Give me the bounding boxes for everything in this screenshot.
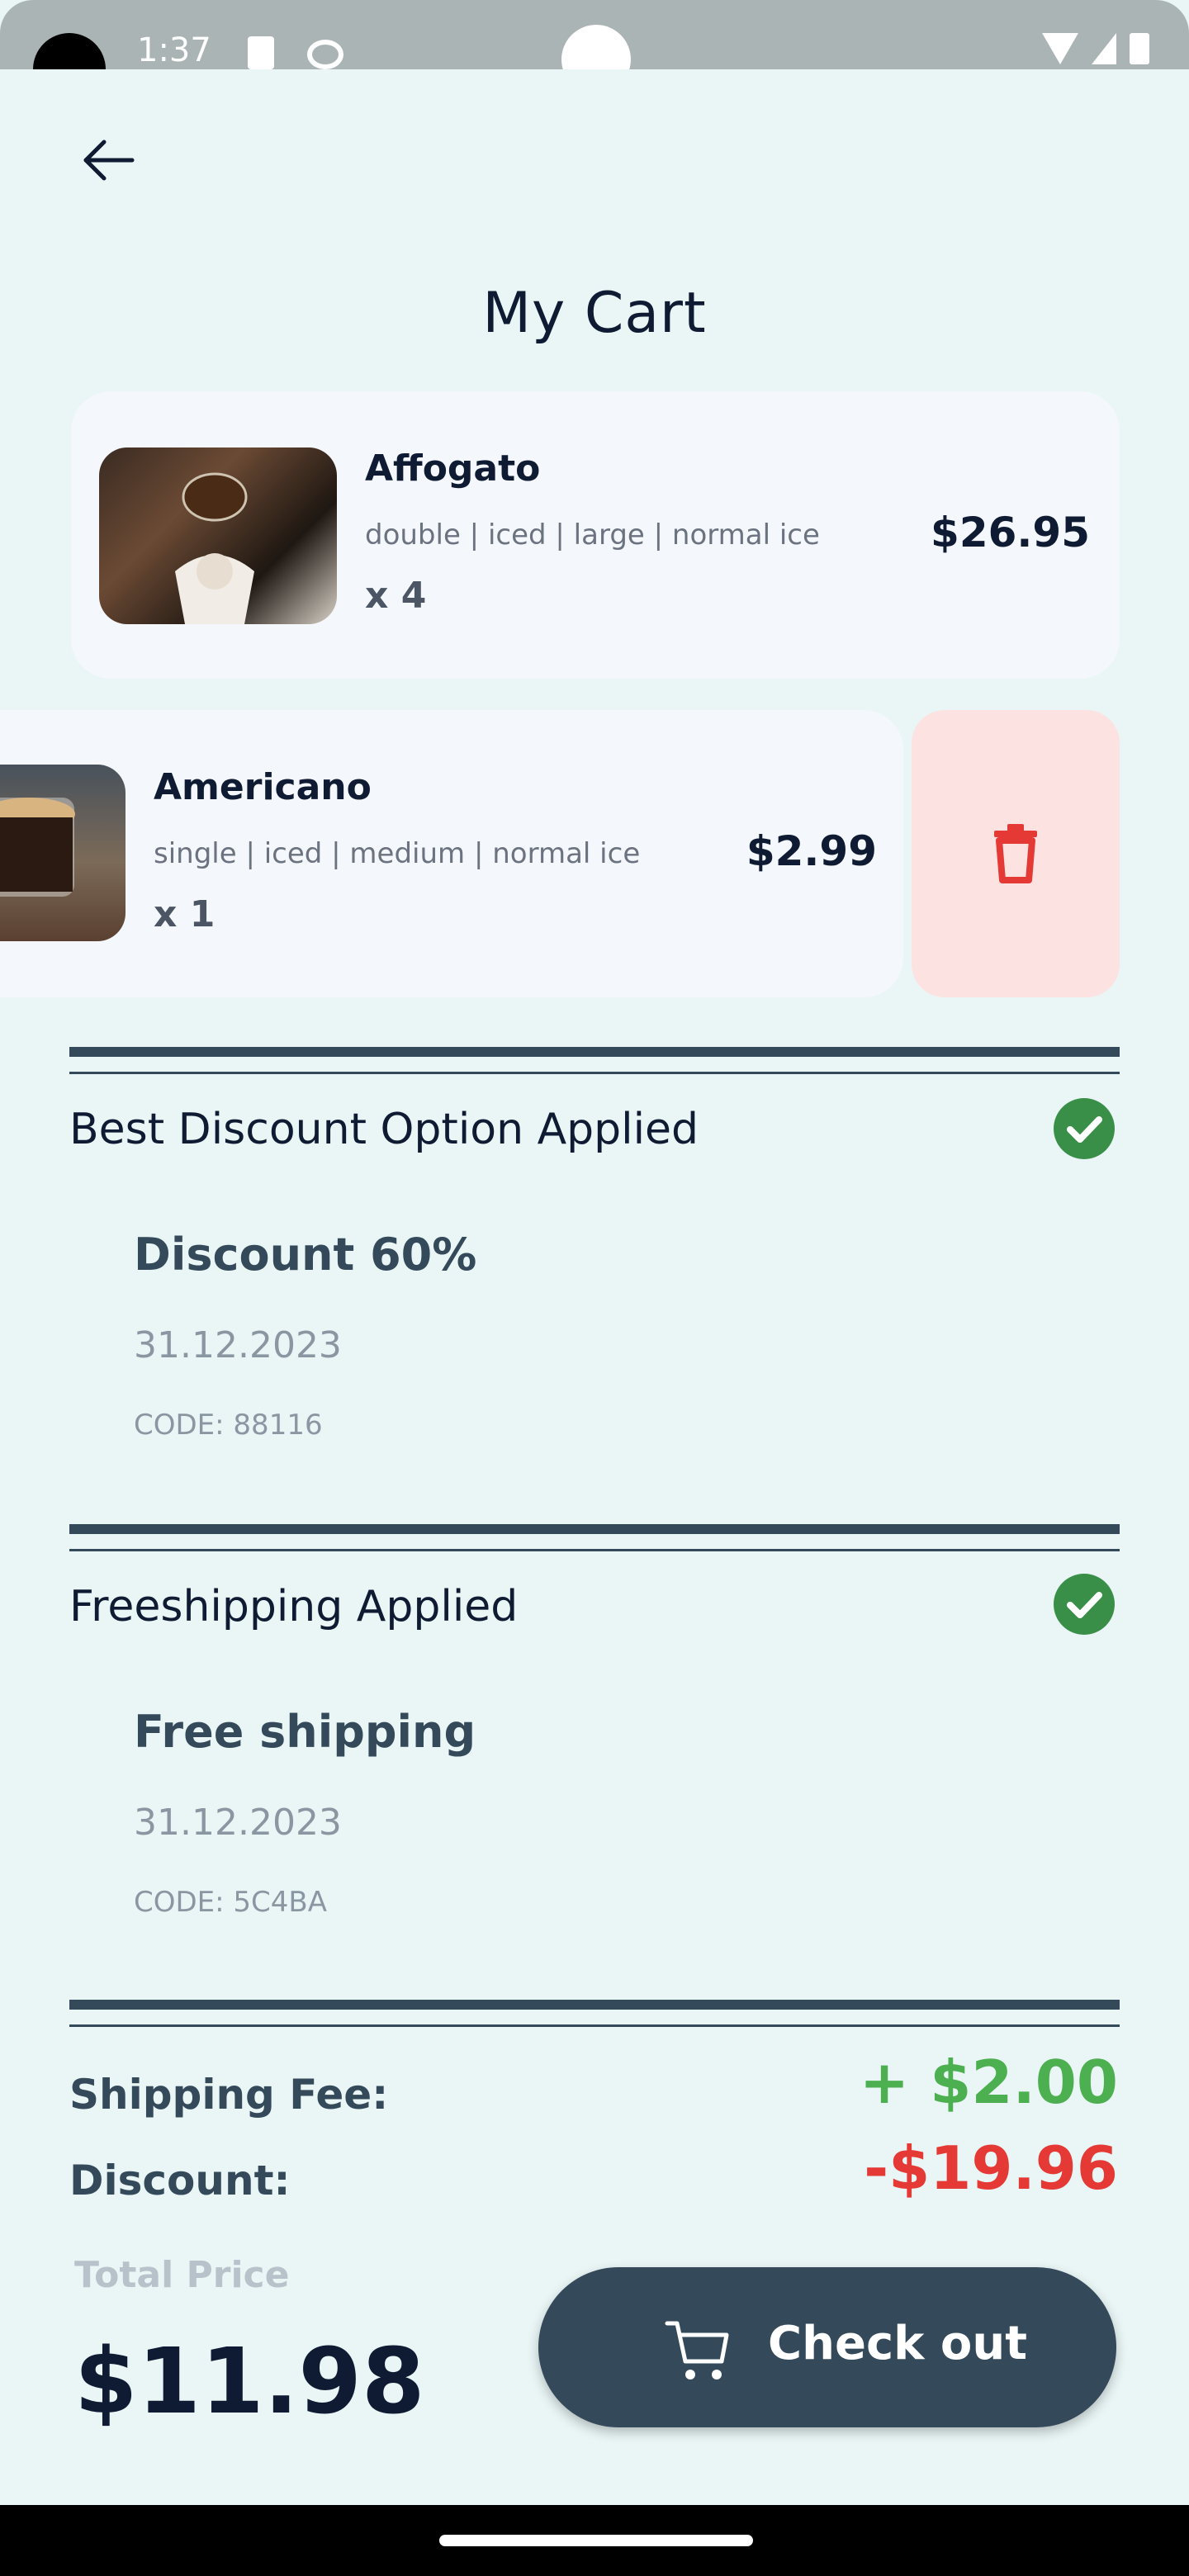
- delete-item-button[interactable]: [912, 710, 1120, 997]
- item-image-americano: [0, 765, 126, 941]
- check-circle-icon: [1054, 1098, 1115, 1159]
- wifi-icon: [1042, 33, 1078, 64]
- promo-date: 31.12.2023: [134, 1802, 342, 1844]
- section-divider: [69, 1047, 1120, 1057]
- battery-icon: [1130, 33, 1149, 64]
- item-price: $2.99: [746, 827, 877, 875]
- cart-item[interactable]: Affogato double | iced | large | normal …: [71, 391, 1120, 679]
- trash-icon: [994, 824, 1037, 883]
- arrow-left-icon: [83, 140, 135, 181]
- home-indicator[interactable]: [439, 2535, 753, 2546]
- signal-icon: [1092, 33, 1116, 64]
- promo-code: CODE: 5C4BA: [134, 1886, 328, 1919]
- back-button[interactable]: [79, 135, 139, 185]
- shipping-applied-label: Freeshipping Applied: [69, 1582, 519, 1631]
- cart-icon: [665, 2321, 729, 2379]
- shipping-fee-label: Shipping Fee:: [69, 2071, 389, 2119]
- summary-divider: [69, 2024, 1120, 2027]
- item-price: $26.95: [931, 509, 1090, 556]
- android-debug-icon: [307, 40, 343, 69]
- status-time: 1:37: [137, 31, 211, 69]
- item-image-affogato: [99, 447, 337, 624]
- checkout-button[interactable]: Check out: [538, 2267, 1116, 2427]
- item-options: double | iced | large | normal ice: [365, 519, 820, 552]
- promo-date: 31.12.2023: [134, 1324, 342, 1366]
- shipping-fee-value: + $2.00: [859, 2048, 1118, 2117]
- item-quantity: x 1: [154, 893, 216, 935]
- promo-title: Free shipping: [134, 1706, 476, 1758]
- discount-value: -$19.96: [864, 2133, 1118, 2203]
- section-divider: [69, 1524, 1120, 1534]
- discount-applied-label: Best Discount Option Applied: [69, 1105, 699, 1154]
- item-options: single | iced | medium | normal ice: [154, 837, 641, 870]
- item-name: Americano: [154, 766, 372, 808]
- promo-title: Discount 60%: [134, 1229, 477, 1281]
- check-circle-icon: [1054, 1574, 1115, 1635]
- discount-label: Discount:: [69, 2157, 291, 2204]
- summary-divider: [69, 2000, 1120, 2010]
- total-price-label: Total Price: [74, 2254, 290, 2296]
- status-icons: [1042, 33, 1149, 64]
- total-price-value: $11.98: [74, 2328, 425, 2434]
- item-quantity: x 4: [365, 575, 427, 617]
- promo-code: CODE: 88116: [134, 1409, 323, 1442]
- section-divider: [69, 1549, 1120, 1551]
- status-bar: 1:37: [0, 0, 1189, 106]
- item-name: Affogato: [365, 447, 541, 490]
- sd-card-icon: [248, 36, 274, 69]
- page-title: My Cart: [482, 281, 707, 346]
- cart-item[interactable]: Americano single | iced | medium | norma…: [0, 710, 903, 997]
- section-divider: [69, 1072, 1120, 1074]
- checkout-label: Check out: [768, 2317, 1027, 2370]
